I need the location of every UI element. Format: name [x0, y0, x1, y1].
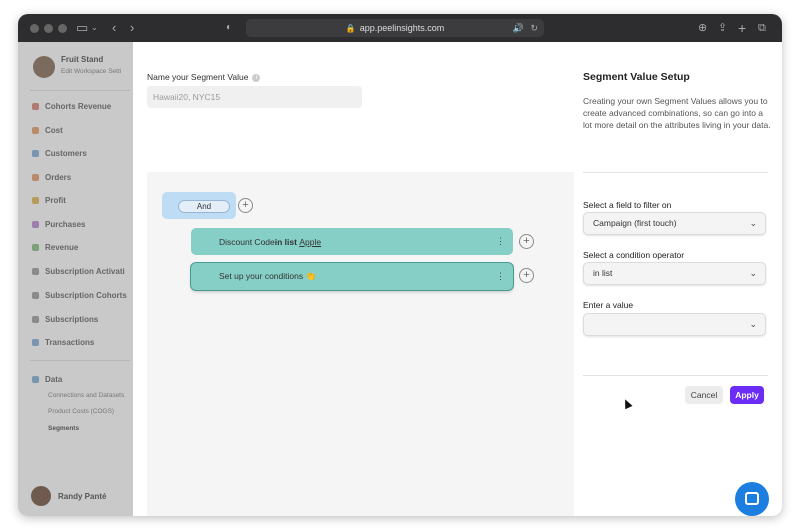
setup-divider	[583, 172, 768, 173]
database-icon	[32, 375, 39, 383]
sidebar-item-cohorts-revenue[interactable]: Cohorts Revenue	[32, 100, 111, 112]
mouse-cursor	[621, 397, 633, 410]
workspace-avatar[interactable]	[33, 56, 55, 78]
sidebar-item-data[interactable]: Data	[32, 373, 62, 385]
cost-icon	[32, 126, 39, 134]
sidebar-item-orders[interactable]: Orders	[32, 171, 71, 183]
browser-window: ▭ ⌄ ‹ › ◐ 🔒 app.peelinsights.com 🔊 ↻ ⊕ ⇪ …	[18, 14, 782, 516]
lock-icon: 🔒	[345, 24, 356, 33]
sidebar-item-subscription-cohorts[interactable]: Subscription Cohorts	[32, 289, 127, 301]
url-text: app.peelinsights.com	[359, 23, 445, 33]
workspace-name[interactable]: Fruit Stand	[61, 55, 103, 64]
tab-overview-icon[interactable]: ⧉	[758, 19, 766, 37]
value-select[interactable]: ⌄	[583, 313, 766, 336]
condition-row-empty[interactable]: Set up your conditions 👏 ⋮	[191, 263, 513, 290]
sidebar-item-subscriptions[interactable]: Subscriptions	[32, 313, 98, 325]
setup-title: Segment Value Setup	[583, 71, 690, 83]
browser-titlebar: ▭ ⌄ ‹ › ◐ 🔒 app.peelinsights.com 🔊 ↻ ⊕ ⇪ …	[18, 14, 782, 42]
reload-icon[interactable]: ↻	[530, 19, 538, 37]
sidebar-subitem-segments[interactable]: Segments	[48, 425, 79, 432]
speaker-icon[interactable]: 🔊	[513, 19, 524, 37]
minimize-window-dot[interactable]	[44, 24, 53, 33]
setup-divider	[583, 375, 768, 376]
sidebar-item-profit[interactable]: Profit	[32, 194, 66, 206]
sidebar-item-transactions[interactable]: Transactions	[32, 336, 94, 348]
download-icon[interactable]: ⊕	[698, 19, 707, 37]
chevron-down-icon: ⌄	[749, 319, 757, 329]
more-options-icon[interactable]: ⋮	[496, 270, 505, 283]
info-icon[interactable]: i	[252, 73, 261, 82]
sidebar-subitem-product-costs[interactable]: Product Costs (COGS)	[48, 408, 114, 415]
address-bar[interactable]: 🔒 app.peelinsights.com 🔊 ↻	[246, 19, 544, 37]
sidebar-item-customers[interactable]: Customers	[32, 147, 87, 159]
cohorts-revenue-icon	[32, 102, 39, 110]
user-name[interactable]: Randy Panté	[58, 492, 106, 501]
segment-name-input[interactable]	[147, 86, 362, 108]
chevron-down-icon[interactable]: ⌄	[91, 19, 98, 37]
sidebar-item-subscription-activations[interactable]: Subscription Activati	[32, 265, 125, 277]
chat-support-button[interactable]	[735, 482, 769, 516]
cancel-button[interactable]: Cancel	[685, 386, 723, 404]
customers-icon	[32, 149, 39, 157]
segment-value-modal: Name your Segment Valuei And + Discount …	[133, 42, 782, 516]
chevron-down-icon: ⌄	[749, 218, 757, 228]
add-condition-plus-icon[interactable]: +	[519, 268, 534, 283]
edit-workspace-link[interactable]: Edit Workspace Setti	[61, 68, 121, 75]
value-select-label: Enter a value	[583, 300, 634, 310]
more-options-icon[interactable]: ⋮	[496, 235, 505, 248]
new-tab-icon[interactable]: +	[738, 19, 746, 37]
app-content: Fruit Stand Edit Workspace Setti Cohorts…	[18, 42, 782, 516]
zoom-window-dot[interactable]	[58, 24, 67, 33]
segment-name-label: Name your Segment Value i	[147, 72, 261, 82]
forward-icon[interactable]: ›	[130, 19, 134, 37]
share-icon[interactable]: ⇪	[718, 19, 727, 37]
chat-icon	[745, 492, 759, 505]
condition-row[interactable]: Discount Code in list Apple ⋮	[191, 228, 513, 255]
condition-builder: And + Discount Code in list Apple ⋮ + Se…	[147, 172, 574, 516]
sidebar-item-purchases[interactable]: Purchases	[32, 218, 85, 230]
back-icon[interactable]: ‹	[112, 19, 116, 37]
sidebar-item-revenue[interactable]: Revenue	[32, 241, 78, 253]
orders-icon	[32, 173, 39, 181]
close-window-dot[interactable]	[30, 24, 39, 33]
operator-select[interactable]: in list ⌄	[583, 262, 766, 285]
and-operator-toggle[interactable]: And	[178, 200, 230, 213]
user-avatar[interactable]	[31, 486, 51, 506]
privacy-shield-icon[interactable]: ◐	[226, 19, 232, 37]
add-group-plus-icon[interactable]: +	[238, 198, 253, 213]
subscription-activations-icon	[32, 267, 39, 275]
profit-icon	[32, 196, 39, 204]
subscription-cohorts-icon	[32, 291, 39, 299]
sidebar-subitem-connections[interactable]: Connections and Datasets	[48, 392, 124, 399]
subscriptions-icon	[32, 315, 39, 323]
revenue-icon	[32, 243, 39, 251]
add-condition-plus-icon[interactable]: +	[519, 234, 534, 249]
sidebar-divider	[30, 90, 130, 91]
field-select[interactable]: Campaign (first touch) ⌄	[583, 212, 766, 235]
sidebar-divider	[30, 360, 130, 361]
purchases-icon	[32, 220, 39, 228]
and-group[interactable]: And	[162, 192, 236, 219]
sidebar: Fruit Stand Edit Workspace Setti Cohorts…	[18, 42, 133, 516]
apply-button[interactable]: Apply	[730, 386, 764, 404]
operator-select-label: Select a condition operator	[583, 250, 685, 260]
sidebar-toggle-icon[interactable]: ▭	[76, 19, 88, 37]
sidebar-item-cost[interactable]: Cost	[32, 124, 63, 136]
field-select-label: Select a field to filter on	[583, 200, 672, 210]
transactions-icon	[32, 338, 39, 346]
chevron-down-icon: ⌄	[749, 268, 757, 278]
setup-description: Creating your own Segment Values allows …	[583, 96, 771, 130]
